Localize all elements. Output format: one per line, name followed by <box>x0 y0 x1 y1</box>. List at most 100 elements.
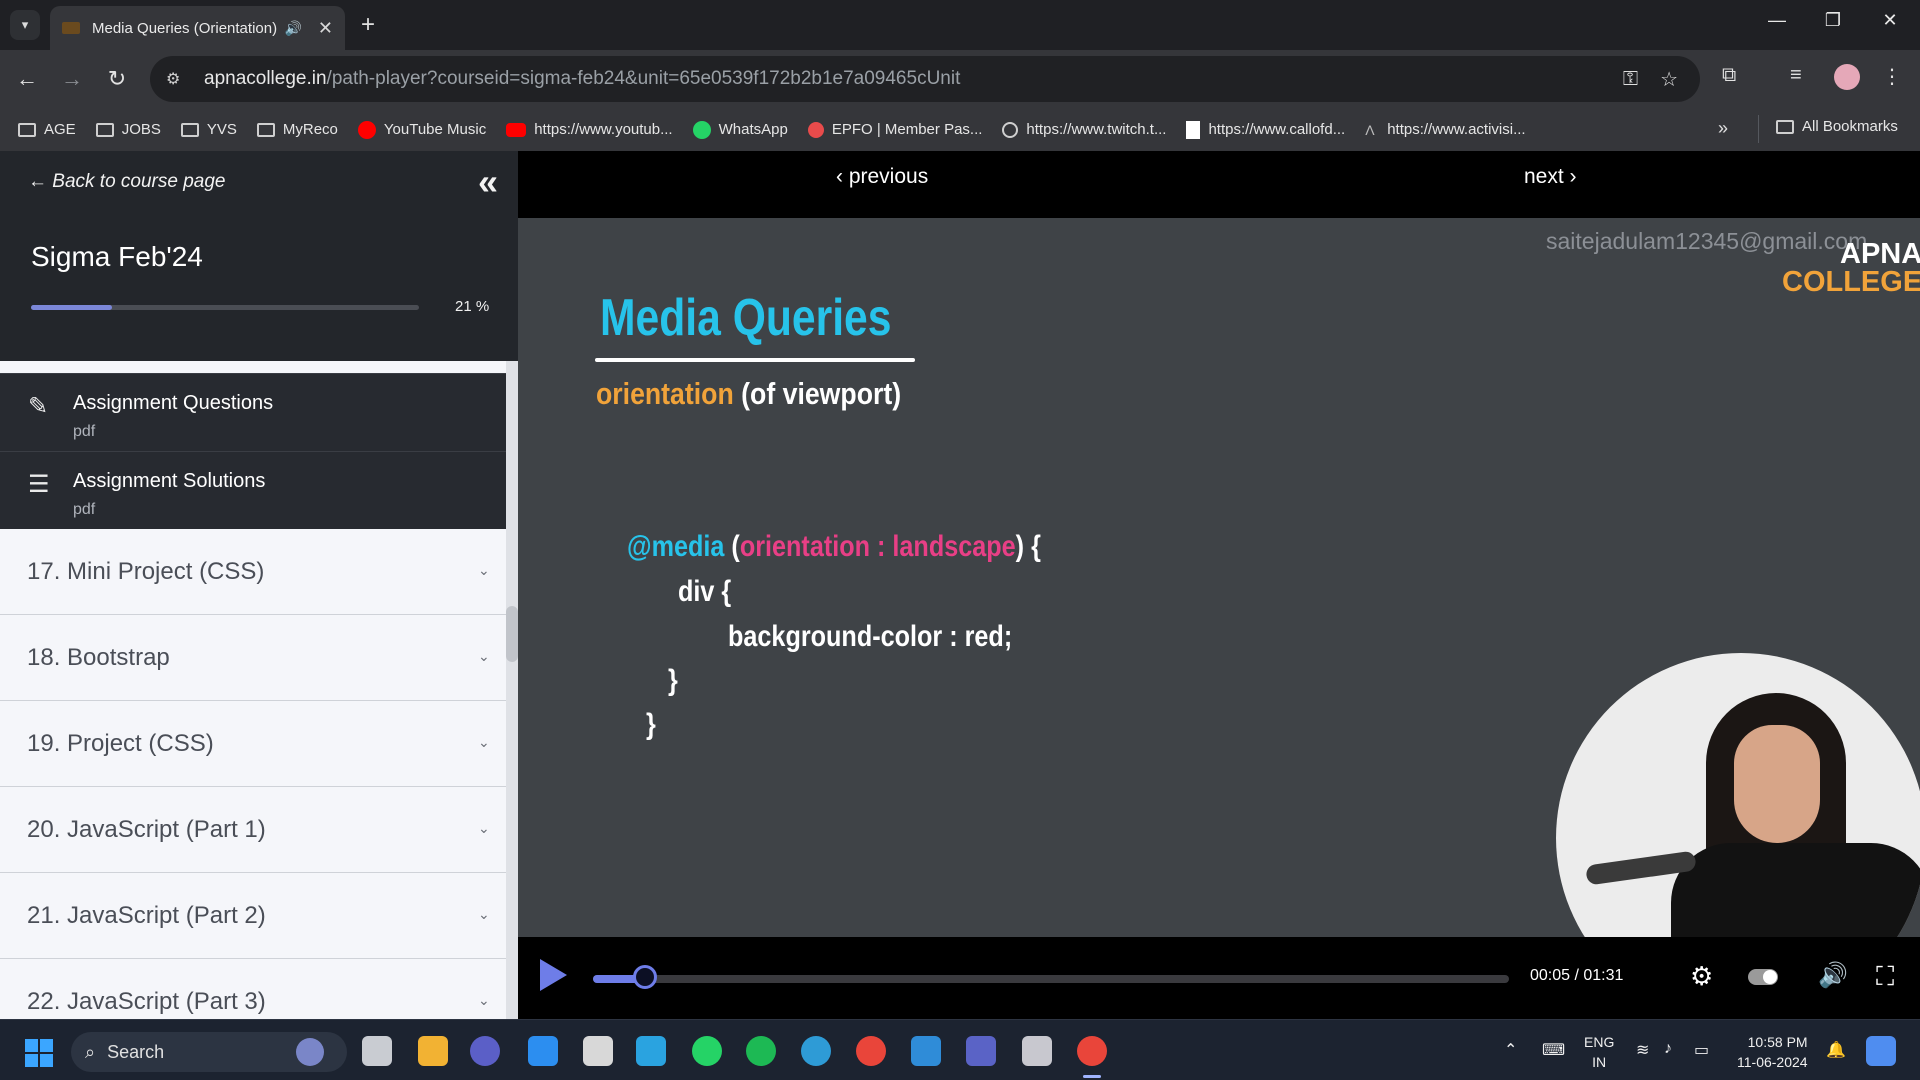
reload-icon[interactable]: ↻ <box>102 64 132 94</box>
seek-bar[interactable] <box>593 975 1509 983</box>
todo-icon[interactable] <box>528 1036 558 1066</box>
zoom-meet-icon[interactable] <box>470 1036 500 1066</box>
windows-start-icon[interactable] <box>25 1039 53 1067</box>
tab-search-button[interactable]: ▾ <box>10 10 40 40</box>
code-line-2: div { <box>678 575 732 608</box>
language-indicator[interactable]: ENG IN <box>1584 1032 1614 1072</box>
bookmark-activision[interactable]: Λhttps://www.activisi... <box>1365 121 1525 138</box>
menu-kebab-icon[interactable]: ⋮ <box>1882 64 1902 89</box>
collapse-sidebar-icon[interactable]: « <box>478 161 498 203</box>
section-javascript-part-2[interactable]: 21. JavaScript (Part 2) ⌄ <box>0 874 506 959</box>
keyboard-icon[interactable]: ⌨ <box>1542 1040 1565 1060</box>
chevron-down-icon: ⌄ <box>478 562 490 578</box>
tray-overflow-icon[interactable]: ⌃ <box>1504 1040 1517 1060</box>
resource-assignment-solutions[interactable]: ☰ Assignment Solutions pdf <box>0 451 506 529</box>
vscode-icon[interactable] <box>911 1036 941 1066</box>
system-clock[interactable]: 10:58 PM 11-06-2024 <box>1737 1032 1808 1072</box>
new-tab-button[interactable]: + <box>353 10 383 40</box>
tab-close-icon[interactable]: ✕ <box>318 18 333 39</box>
settings-gear-icon[interactable]: ⚙ <box>1690 961 1713 992</box>
copilot-icon[interactable] <box>1866 1036 1896 1066</box>
minimize-icon[interactable]: — <box>1762 10 1792 31</box>
section-project-css[interactable]: 19. Project (CSS) ⌄ <box>0 702 506 787</box>
snipping-tool-icon[interactable] <box>1022 1036 1052 1066</box>
password-key-icon[interactable]: ⚿ <box>1623 68 1638 91</box>
task-view-icon[interactable] <box>362 1036 392 1066</box>
edge-icon[interactable] <box>801 1036 831 1066</box>
resource-assignment-questions[interactable]: ✎ Assignment Questions pdf <box>0 373 506 451</box>
course-progress-label: 21 % <box>455 298 490 315</box>
bookmark-whatsapp[interactable]: WhatsApp <box>692 120 788 139</box>
profile-avatar[interactable] <box>1834 64 1860 90</box>
teams-icon[interactable] <box>966 1036 996 1066</box>
section-javascript-part-3[interactable]: 22. JavaScript (Part 3) ⌄ <box>0 960 506 1019</box>
bookmark-label: https://www.youtub... <box>534 121 673 138</box>
bookmark-myreco[interactable]: MyReco <box>256 121 338 138</box>
previous-lesson-button[interactable]: ‹ previous <box>836 165 928 189</box>
active-tab[interactable]: Media Queries (Orientation) 🔊 ✕ <box>50 6 345 50</box>
code-paren-close: ) { <box>1015 530 1041 563</box>
tab-title: Media Queries (Orientation) <box>92 19 278 37</box>
speaker-icon[interactable]: ♪ <box>1664 1040 1672 1058</box>
section-javascript-part-1[interactable]: 20. JavaScript (Part 1) ⌄ <box>0 788 506 873</box>
course-progress-bar <box>31 305 419 310</box>
bookmark-twitch[interactable]: https://www.twitch.t... <box>1002 121 1166 138</box>
back-to-course-link[interactable]: ← Back to course page <box>28 171 226 193</box>
bookmark-youtube-music[interactable]: YouTube Music <box>357 120 487 139</box>
play-icon[interactable] <box>540 959 567 991</box>
bookmark-label: https://www.callofd... <box>1208 121 1346 138</box>
bookmark-star-icon[interactable]: ☆ <box>1660 67 1678 92</box>
extensions-icon[interactable]: ⧉ <box>1722 64 1736 87</box>
bookmark-label: https://www.activisi... <box>1387 121 1526 138</box>
section-title: 20. JavaScript (Part 1) <box>27 816 266 843</box>
fullscreen-icon[interactable]: ⛶ <box>1876 961 1894 993</box>
callofduty-icon <box>1186 120 1201 139</box>
bookmark-age[interactable]: AGE <box>18 121 76 138</box>
seek-handle[interactable] <box>633 965 658 989</box>
sidebar-scrollbar-thumb[interactable] <box>506 606 518 662</box>
bookmark-yvs[interactable]: YVS <box>180 121 237 138</box>
notification-bell-icon[interactable]: 🔔 <box>1826 1040 1846 1060</box>
section-bootstrap[interactable]: 18. Bootstrap ⌄ <box>0 616 506 701</box>
battery-icon[interactable]: ▭ <box>1694 1040 1709 1060</box>
section-mini-project-css[interactable]: 17. Mini Project (CSS) ⌄ <box>0 530 506 615</box>
whatsapp-taskbar-icon[interactable] <box>692 1036 722 1066</box>
chevron-down-icon: ⌄ <box>478 648 490 664</box>
chrome-icon[interactable] <box>856 1036 886 1066</box>
wifi-icon[interactable]: ≋ <box>1636 1040 1649 1060</box>
forward-icon[interactable]: → <box>57 64 87 94</box>
audio-playing-icon[interactable]: 🔊 <box>284 20 301 37</box>
bookmarks-overflow-icon[interactable]: » <box>1718 118 1728 139</box>
bookmark-epfo[interactable]: EPFO | Member Pas... <box>807 121 982 138</box>
globe-icon <box>1002 121 1019 138</box>
section-title: 18. Bootstrap <box>27 644 170 671</box>
app-notification-icon[interactable] <box>418 1036 448 1066</box>
remote-desktop-icon[interactable] <box>636 1036 666 1066</box>
bookmark-label: YouTube Music <box>383 121 487 138</box>
search-highlight-icon[interactable] <box>296 1038 324 1066</box>
bookmark-youtube[interactable]: https://www.youtub... <box>506 121 673 138</box>
restore-icon[interactable]: ❐ <box>1818 10 1848 31</box>
back-icon[interactable]: ← <box>12 64 42 94</box>
sidebar-scrollbar[interactable] <box>506 361 518 1019</box>
bookmark-label: YVS <box>206 121 237 138</box>
window-close-icon[interactable]: ✕ <box>1875 10 1905 31</box>
course-sidebar: ← Back to course page « Sigma Feb'24 21 … <box>0 151 518 1019</box>
url-text[interactable]: apnacollege.in/path-player?courseid=sigm… <box>204 68 1623 90</box>
autoplay-toggle[interactable] <box>1748 969 1778 985</box>
volume-icon[interactable]: 🔊 <box>1818 961 1848 990</box>
hourglass-icon[interactable] <box>583 1036 613 1066</box>
clock-date: 11-06-2024 <box>1737 1054 1808 1070</box>
chrome-profile-icon[interactable] <box>1077 1036 1107 1066</box>
search-label: Search <box>107 1041 165 1062</box>
next-lesson-button[interactable]: next › <box>1524 165 1577 189</box>
code-line-5: } <box>646 708 656 741</box>
media-control-icon[interactable]: ≡ <box>1790 64 1802 87</box>
bookmark-callofduty[interactable]: https://www.callofd... <box>1186 120 1346 139</box>
resource-title: Assignment Solutions <box>73 470 266 492</box>
address-bar[interactable]: ⚙ apnacollege.in/path-player?courseid=si… <box>150 56 1700 102</box>
all-bookmarks-button[interactable]: All Bookmarks <box>1776 118 1898 135</box>
bookmark-jobs[interactable]: JOBS <box>95 121 161 138</box>
site-info-icon[interactable]: ⚙ <box>166 69 188 89</box>
spotify-icon[interactable] <box>746 1036 776 1066</box>
